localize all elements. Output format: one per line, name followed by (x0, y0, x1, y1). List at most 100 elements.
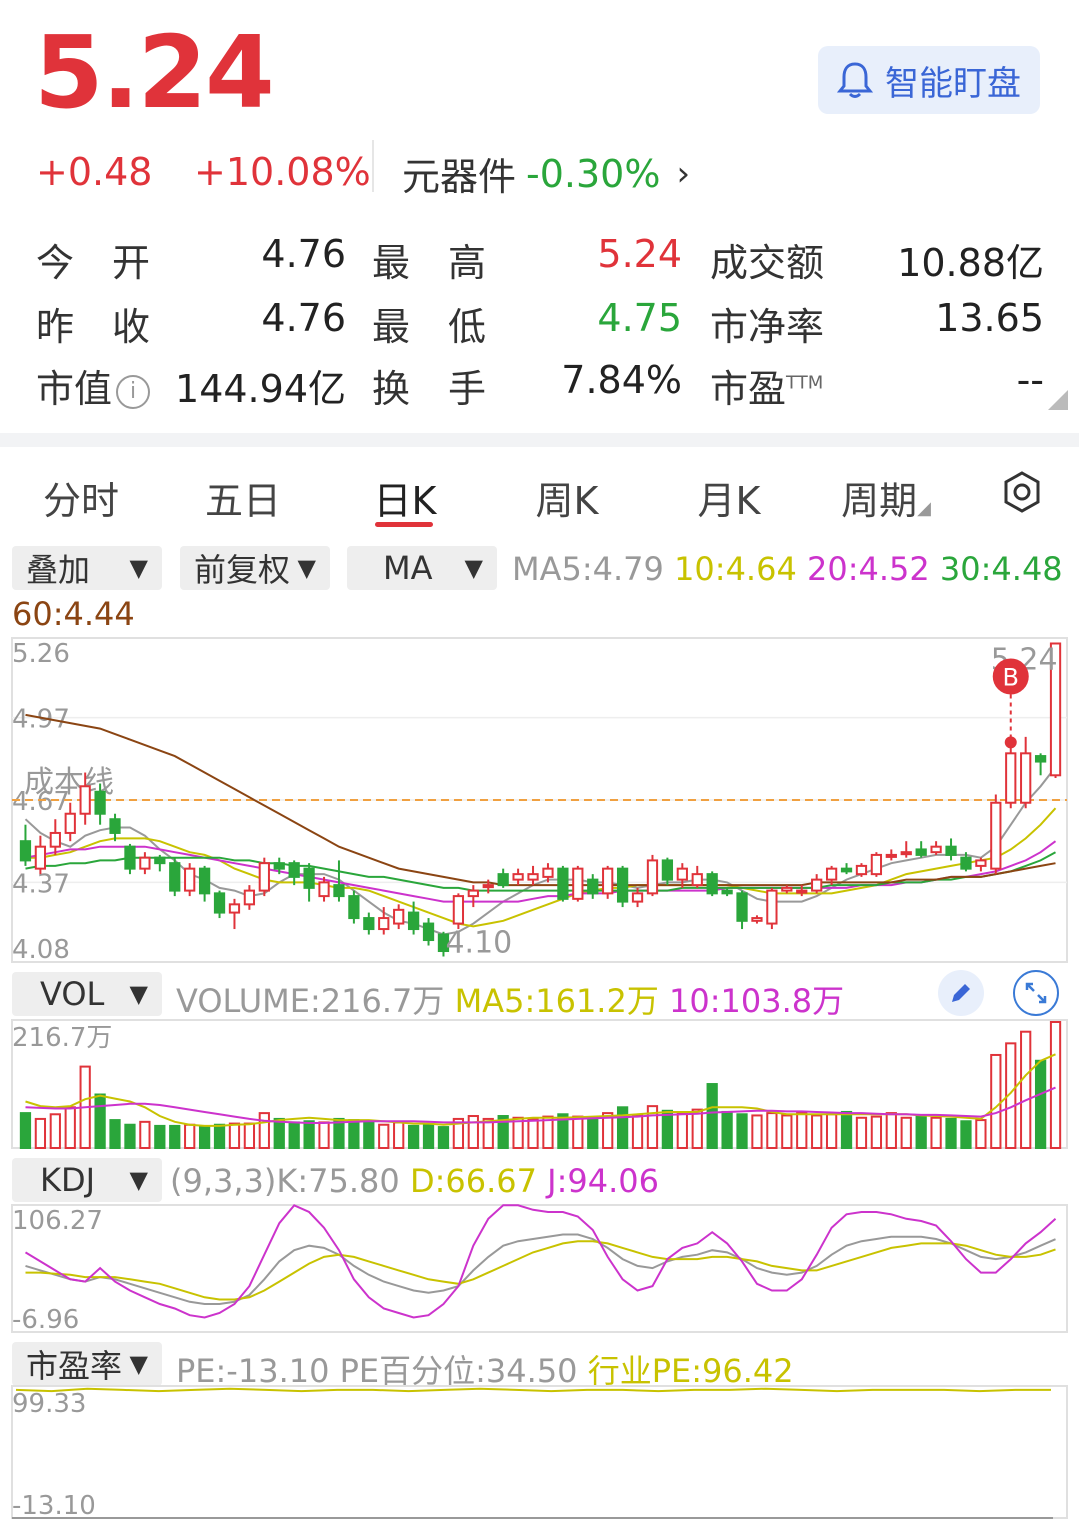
adjust-dropdown[interactable]: 前复权 ▼ (180, 546, 330, 590)
candle-body (94, 790, 106, 815)
volume-bar (273, 1117, 285, 1150)
candle-body (452, 895, 465, 925)
ma5-legend: MA5:4.79 (512, 550, 664, 588)
stat-label-market-cap: 市值 i (36, 358, 151, 413)
candle-body (885, 853, 897, 858)
sector-change: -0.30% (526, 151, 661, 196)
volume-bar (661, 1109, 674, 1149)
buy-marker-dot (1004, 736, 1017, 749)
candle-body (855, 864, 868, 876)
volume-bar (348, 1119, 360, 1150)
stat-label-open: 今 开 (36, 241, 151, 285)
volume-bar (1034, 1059, 1047, 1150)
price-axis-min: 4.08 (12, 935, 70, 965)
tab-weekly-k[interactable]: 周K (524, 470, 610, 525)
indicator-dropdown[interactable]: MA ▼ (347, 546, 497, 590)
volume-bar (691, 1108, 703, 1149)
volume-bar (109, 1119, 121, 1150)
candle-body (990, 801, 1002, 870)
volume-bar (198, 1126, 211, 1150)
candle-body (198, 867, 211, 895)
volume-bar (915, 1115, 927, 1149)
candle-body (796, 889, 808, 894)
volume-bar (930, 1116, 942, 1149)
volume-bar (990, 1053, 1002, 1150)
stat-value-turnover-rate: 7.84% (561, 358, 682, 402)
candle-body (497, 873, 509, 887)
smart-watch-label: 智能盯盘 (885, 63, 1021, 104)
candle-body (124, 845, 136, 870)
candle-body (751, 917, 763, 922)
volume-bar (840, 1110, 853, 1150)
candle-body (945, 845, 957, 856)
volume-bar (169, 1124, 181, 1149)
candle-body (109, 818, 121, 834)
kline-chart[interactable]: 5.264.084.974.674.37成本线5.244.10B216.7万10… (0, 630, 1079, 1522)
volume-bar (587, 1116, 599, 1149)
volume-bar (184, 1123, 196, 1149)
volume-bar (811, 1114, 823, 1149)
dropdown-arrow-icon: ▼ (464, 554, 483, 582)
volume-axis-max: 216.7万 (12, 1023, 112, 1053)
volume-bar (855, 1116, 868, 1149)
last-price: 5.24 (34, 14, 275, 131)
info-icon[interactable]: i (116, 374, 151, 409)
candle-body (273, 862, 285, 870)
candle-body (333, 884, 345, 898)
stat-label-high: 最 高 (372, 241, 487, 285)
expand-corner-icon[interactable] (1048, 390, 1068, 410)
candle-body (930, 845, 942, 854)
tab-monthly-k[interactable]: 月K (686, 470, 772, 525)
stat-label-pb: 市净率 (710, 305, 825, 349)
candle-body (766, 889, 778, 925)
candle-body (616, 867, 629, 903)
stat-label-turnover-rate: 换 手 (372, 367, 487, 411)
candle-body (960, 856, 972, 870)
volume-bar (616, 1106, 629, 1150)
volume-bar (378, 1123, 390, 1149)
candle-body (288, 862, 300, 878)
ma10-legend: 10:4.64 (674, 550, 797, 588)
candle-body (557, 867, 569, 900)
candle-body (975, 859, 987, 867)
tab-intraday[interactable]: 分时 (38, 470, 124, 525)
pe-axis-min: -13.10 (12, 1491, 96, 1521)
candle-body (691, 873, 703, 887)
candle-body (407, 911, 420, 931)
sector-link[interactable]: 元器件 -0.30% › (402, 146, 690, 201)
settings-icon[interactable] (1000, 470, 1044, 514)
price-axis-max: 5.26 (12, 639, 70, 669)
bell-icon (837, 62, 873, 98)
pe-panel-frame (11, 1385, 1068, 1519)
dropdown-arrow-icon: ▼ (129, 554, 148, 582)
volume-bar (228, 1122, 241, 1149)
volume-bar (900, 1116, 912, 1149)
ma30-legend: 30:4.48 (939, 550, 1063, 588)
tab-five-day[interactable]: 五日 (200, 470, 286, 525)
sector-name: 元器件 (402, 155, 517, 199)
kdj-axis-min: -6.96 (12, 1305, 79, 1335)
candle-body (781, 886, 793, 892)
volume-bar (960, 1120, 972, 1150)
candle-body (542, 867, 554, 878)
candle-body (572, 867, 584, 900)
candle-body (512, 873, 524, 881)
volume-bar (751, 1114, 763, 1149)
volume-bar (975, 1119, 987, 1150)
stat-label-turnover-amount: 成交额 (710, 241, 825, 285)
tab-period[interactable]: 周期◢ (832, 470, 940, 525)
active-tab-indicator (375, 522, 433, 527)
period-tabs: 分时 五日 日K 周K 月K 周期◢ (0, 470, 1079, 530)
buy-marker-label: B (1003, 663, 1019, 691)
candle-body (467, 889, 479, 898)
volume-bar (572, 1115, 584, 1149)
ttm-label: TTM (786, 372, 824, 394)
volume-bar (870, 1115, 883, 1149)
ma-legend: MA5:4.79 10:4.64 20:4.52 30:4.48 (512, 550, 1063, 588)
overlay-dropdown[interactable]: 叠加 ▼ (12, 546, 162, 590)
tab-daily-k[interactable]: 日K (362, 470, 448, 525)
candle-body (482, 884, 494, 889)
candle-body (79, 785, 91, 815)
smart-watch-button[interactable]: 智能盯盘 (818, 46, 1040, 114)
volume-bar (781, 1114, 793, 1149)
